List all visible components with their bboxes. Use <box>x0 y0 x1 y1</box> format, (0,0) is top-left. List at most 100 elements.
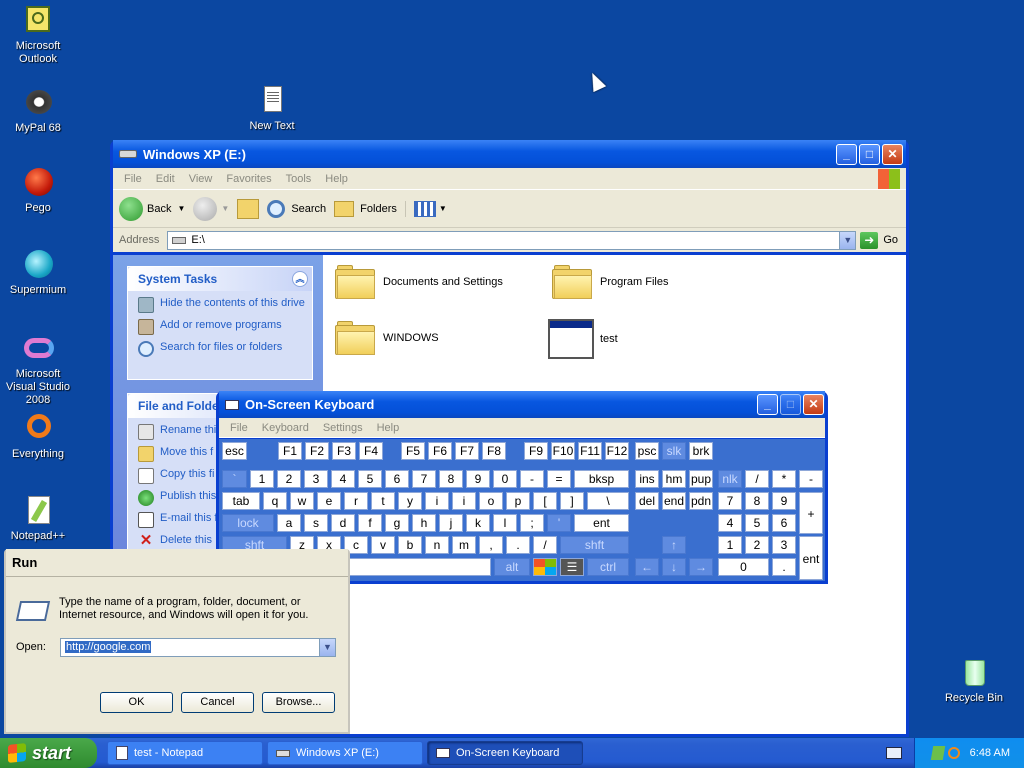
osk-titlebar[interactable]: On-Screen Keyboard _ □ ✕ <box>219 391 825 418</box>
key[interactable]: y <box>398 492 422 510</box>
key[interactable]: F3 <box>332 442 356 460</box>
osk-menu-keyboard[interactable]: Keyboard <box>255 422 316 434</box>
key[interactable]: pup <box>689 470 713 488</box>
key[interactable]: F2 <box>305 442 329 460</box>
key[interactable]: del <box>635 492 659 510</box>
key[interactable]: ent <box>799 536 823 580</box>
key[interactable]: [ <box>533 492 557 510</box>
key[interactable]: e <box>317 492 341 510</box>
key[interactable]: a <box>277 514 301 532</box>
desktop-icon-new-text[interactable]: New Text <box>234 84 310 136</box>
key[interactable]: 6 <box>772 514 796 532</box>
key[interactable]: = <box>547 470 571 488</box>
taskbar-button-notepad[interactable]: test - Notepad <box>107 741 263 765</box>
key[interactable]: i <box>425 492 449 510</box>
key[interactable]: 9 <box>466 470 490 488</box>
key[interactable]: slk <box>662 442 686 460</box>
osk-close-button[interactable]: ✕ <box>803 394 824 415</box>
desktop-icon-everything[interactable]: Everything <box>0 412 76 461</box>
open-combobox[interactable]: http://google.com ▼ <box>60 638 336 657</box>
key[interactable]: . <box>772 558 796 576</box>
key[interactable]: ← <box>635 558 659 576</box>
key[interactable]: m <box>452 536 476 554</box>
key[interactable]: F5 <box>401 442 425 460</box>
key[interactable]: alt <box>494 558 530 576</box>
key[interactable]: ☰ <box>560 558 584 576</box>
key[interactable]: tab <box>222 492 260 510</box>
ok-button[interactable]: OK <box>100 692 173 713</box>
key[interactable]: . <box>506 536 530 554</box>
key[interactable]: i <box>452 492 476 510</box>
address-dropdown-icon[interactable]: ▼ <box>839 231 856 249</box>
search-tray-icon[interactable] <box>947 747 960 759</box>
desktop-icon-supermium[interactable]: Supermium <box>0 248 76 297</box>
osk-minimize-button[interactable]: _ <box>757 394 778 415</box>
search-button[interactable]: Search <box>267 199 326 218</box>
key[interactable]: 3 <box>772 536 796 554</box>
hide-drive-contents-link[interactable]: Hide the contents of this drive <box>138 297 312 313</box>
menu-favorites[interactable]: Favorites <box>219 173 278 185</box>
key-space[interactable] <box>335 558 491 576</box>
menu-file[interactable]: File <box>117 173 149 185</box>
key[interactable]: F4 <box>359 442 383 460</box>
key[interactable]: 2 <box>745 536 769 554</box>
close-button[interactable]: ✕ <box>882 143 903 165</box>
osk-menu-settings[interactable]: Settings <box>316 422 370 434</box>
key[interactable]: ent <box>574 514 629 532</box>
views-button[interactable]: ▼ <box>404 200 447 217</box>
key[interactable]: esc <box>222 442 247 460</box>
folder-program-files[interactable]: Program Files <box>552 265 668 299</box>
key[interactable]: j <box>439 514 463 532</box>
explorer-titlebar[interactable]: Windows XP (E:) _ □ ✕ <box>113 140 906 168</box>
key[interactable]: l <box>493 514 517 532</box>
key[interactable]: / <box>745 470 769 488</box>
menu-help[interactable]: Help <box>318 173 355 185</box>
desktop-icon-mypal[interactable]: MyPal 68 <box>0 86 76 135</box>
key[interactable]: 1 <box>718 536 742 554</box>
cancel-button[interactable]: Cancel <box>181 692 254 713</box>
key[interactable]: 7 <box>718 492 742 510</box>
key[interactable]: ↑ <box>662 536 686 554</box>
key[interactable]: 0 <box>718 558 769 576</box>
key[interactable]: q <box>263 492 287 510</box>
browse-button[interactable]: Browse... <box>262 692 335 713</box>
key[interactable]: 7 <box>412 470 436 488</box>
collapse-icon[interactable]: ︽ <box>292 271 308 287</box>
key[interactable]: 8 <box>439 470 463 488</box>
back-button[interactable]: Back ▼ <box>119 196 185 221</box>
key[interactable]: pdn <box>689 492 713 510</box>
key[interactable]: F6 <box>428 442 452 460</box>
open-dropdown-icon[interactable]: ▼ <box>319 639 335 656</box>
key[interactable]: bksp <box>574 470 629 488</box>
key[interactable]: ` <box>222 470 247 488</box>
key[interactable]: \ <box>587 492 629 510</box>
key[interactable]: ctrl <box>587 558 629 576</box>
key[interactable]: r <box>344 492 368 510</box>
osk-menu-file[interactable]: File <box>223 422 255 434</box>
key[interactable]: lock <box>222 514 274 532</box>
key[interactable]: 6 <box>385 470 409 488</box>
key[interactable]: - <box>799 470 823 488</box>
key[interactable]: k <box>466 514 490 532</box>
key[interactable]: ⊞ <box>533 558 557 576</box>
key[interactable]: brk <box>689 442 713 460</box>
key[interactable]: F12 <box>605 442 629 460</box>
key[interactable]: s <box>304 514 328 532</box>
key[interactable]: end <box>662 492 686 510</box>
key[interactable]: nlk <box>718 470 742 488</box>
key[interactable]: ins <box>635 470 659 488</box>
key[interactable]: 5 <box>358 470 382 488</box>
desktop-icon-outlook[interactable]: Microsoft Outlook <box>0 4 76 66</box>
desktop-icon-pego[interactable]: Pego <box>0 166 76 215</box>
key[interactable]: - <box>520 470 544 488</box>
key[interactable]: h <box>412 514 436 532</box>
key[interactable]: F11 <box>578 442 602 460</box>
key[interactable]: + <box>799 492 823 534</box>
up-folder-button[interactable] <box>237 198 260 219</box>
key[interactable]: 9 <box>772 492 796 510</box>
keyboard-layout-icon[interactable] <box>886 747 902 759</box>
key[interactable]: F1 <box>278 442 302 460</box>
key[interactable]: d <box>331 514 355 532</box>
add-remove-programs-link[interactable]: Add or remove programs <box>138 319 312 335</box>
key[interactable]: F7 <box>455 442 479 460</box>
